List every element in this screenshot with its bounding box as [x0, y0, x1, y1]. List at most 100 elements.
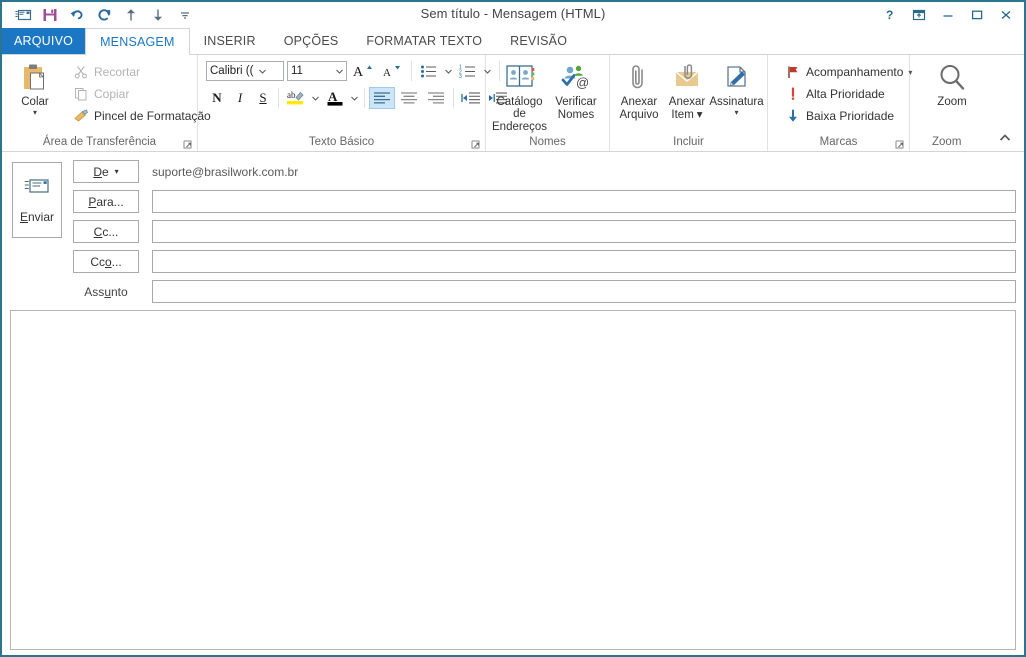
- ribbon-group-names: Catálogo de Endereços @ Verificar Nomes: [486, 55, 610, 151]
- divider: [364, 88, 365, 108]
- from-dropdown-caret[interactable]: ▾: [115, 167, 119, 176]
- bcc-button[interactable]: Cco...: [73, 250, 139, 273]
- customize-icon[interactable]: [172, 4, 198, 26]
- font-size-combo[interactable]: 11: [287, 61, 347, 81]
- signature-button[interactable]: Assinatura ▾: [709, 59, 764, 117]
- bold-button[interactable]: N: [206, 87, 228, 109]
- divider: [278, 88, 279, 108]
- font-name-combo[interactable]: Calibri ((: [206, 61, 284, 81]
- check-names-button[interactable]: @ Verificar Nomes: [548, 59, 604, 121]
- message-body-area[interactable]: [10, 310, 1016, 650]
- to-label: Para...: [88, 194, 124, 209]
- send-button[interactable]: Enviar: [12, 162, 62, 238]
- tab-formatar-texto[interactable]: FORMATAR TEXTO: [352, 28, 496, 54]
- zoom-button[interactable]: Zoom: [924, 59, 980, 108]
- ribbon-display-options-icon[interactable]: [904, 4, 933, 26]
- close-icon[interactable]: [991, 4, 1020, 26]
- attach-item-button[interactable]: Anexar Item ▾: [663, 59, 711, 121]
- title-bar: Sem título - Mensagem (HTML) ?: [2, 2, 1024, 28]
- attach-item-dropdown-caret[interactable]: ▾: [697, 109, 703, 121]
- ribbon-group-tags: Acompanhamento ▾ Alta Prioridade Baixa P…: [768, 55, 912, 151]
- ribbon-group-clipboard: Colar ▾ Recortar Copiar Pincel de Format…: [2, 55, 211, 151]
- decrease-indent-button[interactable]: [458, 87, 484, 109]
- font-name-caret-icon[interactable]: [256, 69, 269, 74]
- numbering-button[interactable]: 123: [457, 60, 479, 82]
- copy-button[interactable]: Copiar: [67, 83, 216, 105]
- ribbon-group-basic-text: Calibri (( 11 A A 1 2 3 N I S ab A Texto…: [198, 55, 525, 151]
- basic-text-dialog-launcher-icon[interactable]: [471, 138, 481, 149]
- text-highlight-button[interactable]: ab: [283, 87, 309, 109]
- undo-icon[interactable]: [64, 4, 90, 26]
- subject-row: Ass u nto: [73, 280, 1016, 303]
- attach-item-label-line2-row: Item ▾: [671, 109, 702, 121]
- align-left-button[interactable]: [369, 87, 395, 109]
- shrink-font-button[interactable]: A: [379, 60, 405, 82]
- ribbon-group-zoom: Zoom Zoom: [910, 55, 1024, 151]
- clipboard-dialog-launcher-icon[interactable]: [183, 138, 193, 149]
- high-importance-button[interactable]: Alta Prioridade: [779, 83, 917, 105]
- tab-mensagem[interactable]: MENSAGEM: [85, 28, 190, 55]
- tab-arquivo[interactable]: ARQUIVO: [2, 28, 86, 54]
- paste-icon: [19, 61, 51, 95]
- down-arrow-blue-icon: [784, 108, 801, 124]
- font-color-button[interactable]: A: [322, 87, 348, 109]
- cc-row: Cc...: [73, 220, 1016, 243]
- align-center-button[interactable]: [396, 87, 422, 109]
- zoom-group-label-row: Zoom: [910, 133, 1024, 151]
- tab-opcoes[interactable]: OPÇÕES: [270, 28, 353, 54]
- paste-dropdown-caret[interactable]: ▾: [33, 109, 37, 117]
- check-names-label-line2: Nomes: [557, 109, 595, 121]
- address-book-button[interactable]: Catálogo de Endereços: [491, 59, 548, 133]
- minimize-icon[interactable]: [933, 4, 962, 26]
- names-group-label-row: Nomes: [486, 133, 609, 151]
- address-book-label-line1: Catálogo de: [496, 96, 543, 120]
- clipboard-group-label-row: Área de Transferência: [2, 133, 197, 151]
- collapse-ribbon-icon[interactable]: [998, 131, 1012, 149]
- tab-inserir[interactable]: INSERIR: [190, 28, 270, 54]
- low-importance-button[interactable]: Baixa Prioridade: [779, 105, 917, 127]
- to-input[interactable]: [152, 190, 1016, 213]
- svg-text:?: ?: [886, 8, 893, 22]
- attach-item-label-line2: Item: [671, 109, 694, 121]
- send-label: Enviar: [19, 209, 55, 224]
- recipient-fields: De ▾ suporte@brasilwork.com.br Para... C…: [64, 160, 1016, 303]
- signature-dropdown-caret[interactable]: ▾: [734, 109, 738, 117]
- up-arrow-icon[interactable]: [118, 4, 144, 26]
- highlight-dropdown-caret[interactable]: [310, 87, 321, 109]
- follow-up-button[interactable]: Acompanhamento ▾: [779, 61, 917, 83]
- save-icon[interactable]: [37, 4, 63, 26]
- message-icon[interactable]: [10, 4, 36, 26]
- grow-font-button[interactable]: A: [350, 60, 376, 82]
- cc-button[interactable]: Cc...: [73, 220, 139, 243]
- font-color-dropdown-caret[interactable]: [349, 87, 360, 109]
- to-button[interactable]: Para...: [73, 190, 139, 213]
- attach-file-label-line1: Anexar: [620, 96, 658, 108]
- align-right-button[interactable]: [423, 87, 449, 109]
- format-painter-button[interactable]: Pincel de Formatação: [67, 105, 216, 127]
- tab-revisao[interactable]: REVISÃO: [496, 28, 581, 54]
- divider: [453, 88, 454, 108]
- italic-button[interactable]: I: [229, 87, 251, 109]
- zoom-label: Zoom: [937, 96, 967, 108]
- cc-label: Cc...: [93, 224, 119, 239]
- from-button[interactable]: De ▾: [73, 160, 139, 183]
- attach-file-button[interactable]: Anexar Arquivo: [615, 59, 663, 121]
- paste-button[interactable]: Colar ▾: [7, 59, 63, 117]
- redo-icon[interactable]: [91, 4, 117, 26]
- down-arrow-icon[interactable]: [145, 4, 171, 26]
- bcc-input[interactable]: [152, 250, 1016, 273]
- underline-button[interactable]: S: [252, 87, 274, 109]
- check-names-label-line1: Verificar: [555, 96, 597, 108]
- bullets-dropdown-caret[interactable]: [443, 60, 454, 82]
- tags-dialog-launcher-icon[interactable]: [895, 138, 905, 149]
- svg-text:ab: ab: [287, 90, 296, 100]
- paperclip-icon: [626, 61, 652, 95]
- message-body-input[interactable]: [11, 311, 1015, 649]
- help-icon[interactable]: ?: [875, 4, 904, 26]
- subject-input[interactable]: [152, 280, 1016, 303]
- bullets-button[interactable]: [418, 60, 440, 82]
- cut-button[interactable]: Recortar: [67, 61, 216, 83]
- font-size-caret-icon[interactable]: [333, 69, 346, 74]
- cc-input[interactable]: [152, 220, 1016, 243]
- maximize-icon[interactable]: [962, 4, 991, 26]
